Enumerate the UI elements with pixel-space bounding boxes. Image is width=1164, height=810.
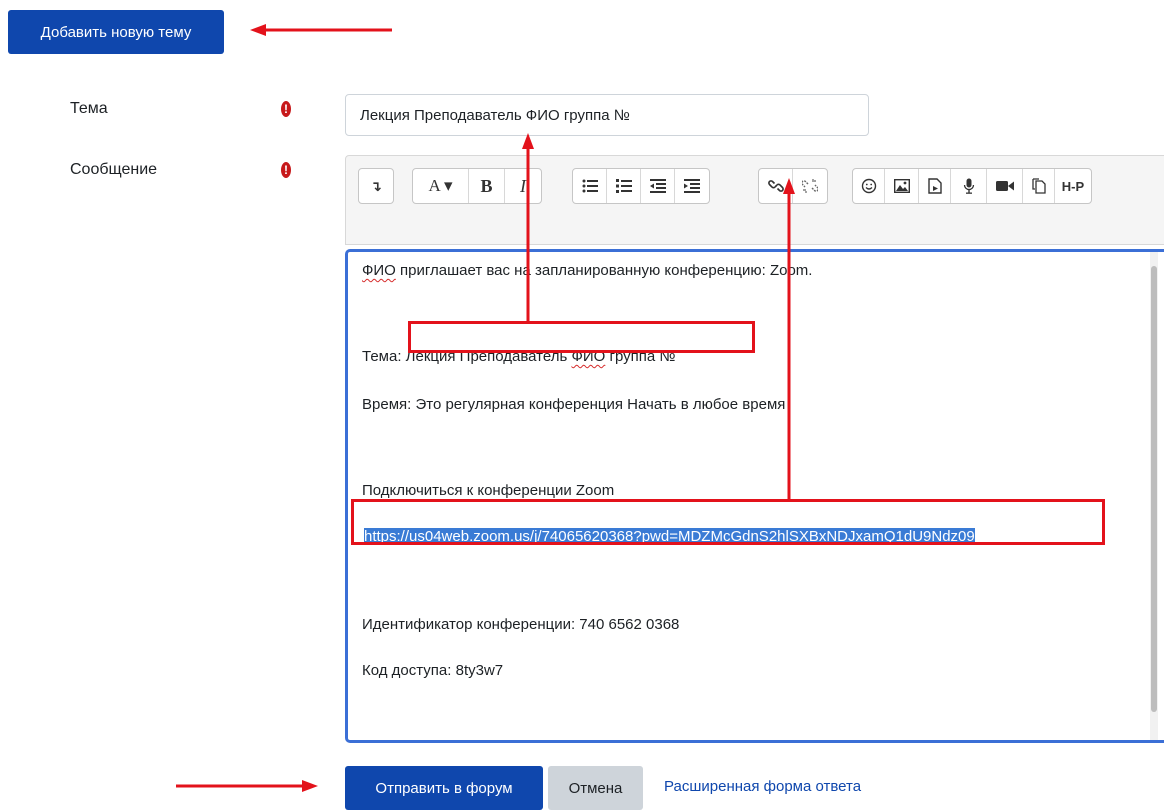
microphone-icon [963,178,974,194]
cancel-button[interactable]: Отмена [548,766,643,810]
toolbar-collapse-button[interactable]: ↴ [359,169,393,203]
unlink-button[interactable] [793,169,827,203]
unordered-list-button[interactable] [573,169,607,203]
italic-icon: I [520,175,526,196]
subject-label: Тема [70,100,108,117]
content-line-meeting-id: Идентификатор конференции: 740 6562 0368 [362,616,680,633]
message-editor: ↴ A ▾ B I H-P ФИО приглашает вас на запл… [345,155,1164,747]
outdent-button[interactable] [641,169,675,203]
content-line-passcode: Код доступа: 8ty3w7 [362,662,504,679]
record-audio-button[interactable] [951,169,987,203]
link-icon [767,180,784,192]
bold-icon: B [480,175,493,196]
font-style-button[interactable]: A ▾ [413,169,469,203]
collapse-icon: ↴ [370,177,382,194]
unlink-icon [802,179,818,193]
video-camera-icon [995,181,1014,191]
content-line-connect: Подключиться к конференции Zoom [362,482,615,499]
content-invitation-text: приглашает вас на запланированную конфер… [395,262,813,279]
advanced-reply-link[interactable]: Расширенная форма ответа [664,778,861,795]
smiley-icon [861,178,876,194]
indent-button[interactable] [675,169,709,203]
arrow-to-submit [176,780,318,792]
subject-input[interactable] [345,94,869,136]
editor-toolbar: ↴ A ▾ B I H-P [345,155,1164,245]
bold-button[interactable]: B [469,169,505,203]
message-label: Сообщение [70,161,158,178]
arrow-to-add-topic [250,24,392,36]
indent-icon [684,179,700,193]
insert-image-button[interactable] [885,169,919,203]
italic-button[interactable]: I [505,169,541,203]
add-new-topic-button[interactable]: Добавить новую тему [8,10,224,54]
editor-scrollbar[interactable] [1150,252,1158,740]
annotation-box-link [351,499,1105,545]
document-media-icon [927,178,942,194]
editor-scrollbar-thumb[interactable] [1151,266,1157,712]
insert-link-button[interactable] [759,169,793,203]
annotation-box-topic [408,321,755,353]
unordered-list-icon [582,179,598,193]
content-line-invitation: ФИО приглашает вас на запланированную ко… [362,262,812,279]
exclamation-circle-icon: ! [281,162,291,178]
content-line-time: Время: Это регулярная конференция Начать… [362,396,786,413]
record-video-button[interactable] [987,169,1023,203]
emoticon-button[interactable] [853,169,885,203]
manage-files-button[interactable] [1023,169,1055,203]
exclamation-circle-icon: ! [281,101,291,117]
content-topic-label: Тема: [362,348,402,365]
insert-media-button[interactable] [919,169,951,203]
ordered-list-icon [615,179,632,193]
font-icon: A ▾ [428,176,453,195]
image-icon [893,179,910,193]
h5p-icon: H-P [1061,178,1085,194]
submit-to-forum-button[interactable]: Отправить в форум [345,766,543,810]
content-fio-word: ФИО [362,262,396,279]
ordered-list-button[interactable] [607,169,641,203]
outdent-icon [649,179,666,193]
copy-files-icon [1031,178,1046,194]
h5p-button[interactable]: H-P [1055,169,1091,203]
